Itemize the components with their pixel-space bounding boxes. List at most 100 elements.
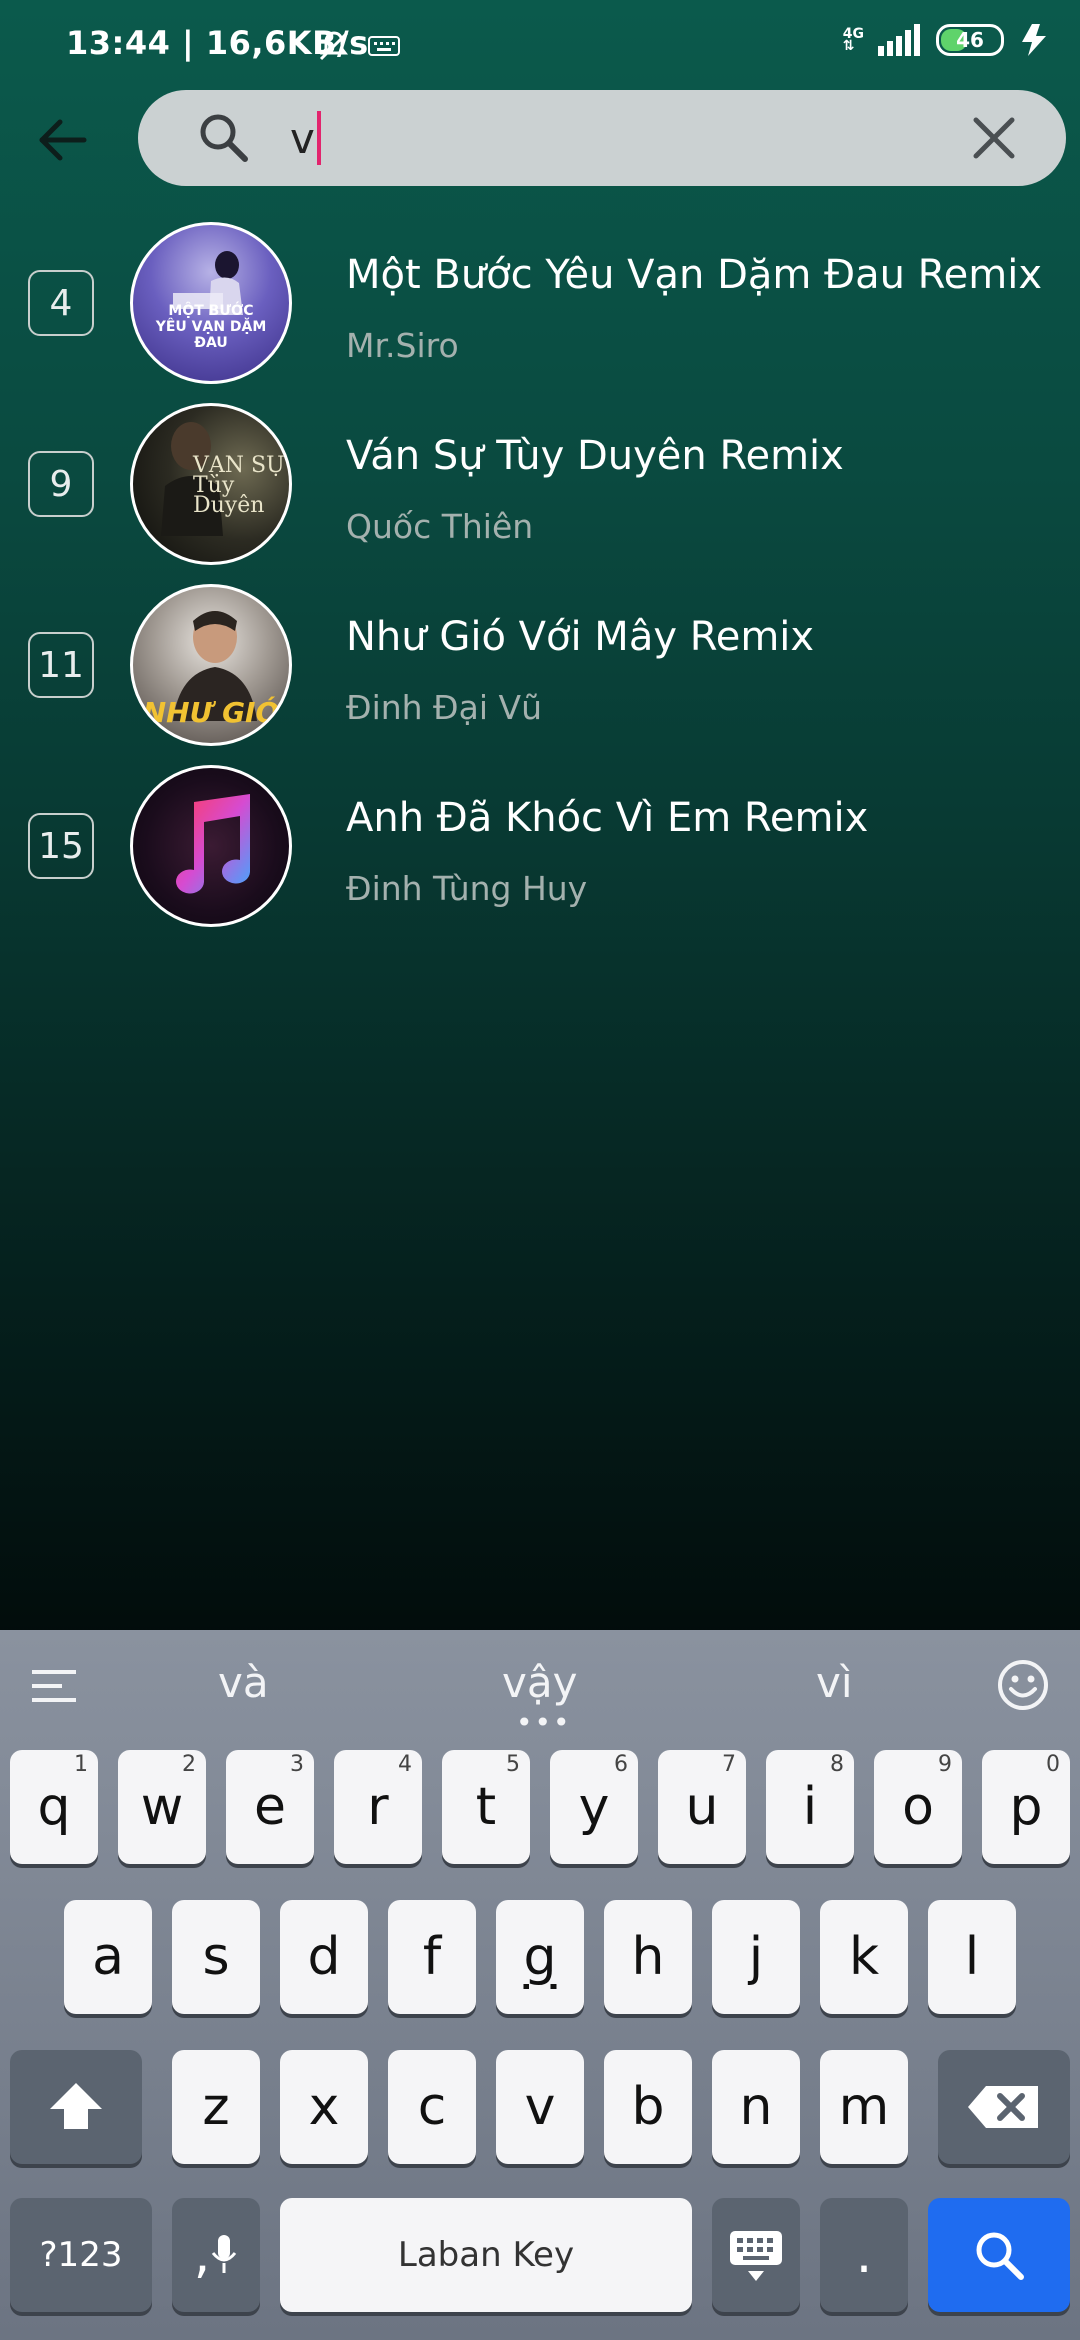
key-number-label: 8 (830, 1752, 844, 1777)
signal-icon (878, 24, 920, 56)
back-button[interactable] (30, 108, 94, 172)
result-item[interactable]: 4 MỘT BƯỚC YÊU VẠN DẶM ĐAU Một Bước Yêu … (0, 218, 1080, 388)
search-bar[interactable]: v (138, 90, 1066, 186)
key-c[interactable]: c (388, 2050, 476, 2164)
close-icon[interactable] (968, 112, 1020, 164)
key-number-label: 1 (74, 1752, 88, 1777)
search-enter-key[interactable] (928, 2198, 1070, 2312)
key-number-label: 5 (506, 1752, 520, 1777)
battery-indicator: 46 (936, 24, 1004, 56)
song-title: Một Bước Yêu Vạn Dặm Đau Remix (346, 252, 1043, 298)
key-s[interactable]: s (172, 1900, 260, 2014)
key-y[interactable]: y6 (550, 1750, 638, 1864)
network-indicator: 4G ⇅ (843, 27, 864, 53)
key-j[interactable]: j (712, 1900, 800, 2014)
key-f[interactable]: f (388, 1900, 476, 2014)
key-label: p (1009, 1777, 1043, 1837)
rank-badge: 4 (28, 270, 94, 336)
result-item[interactable]: 9 VẠN SỰ Tùy Duyên Ván Sự Tùy Duyên Remi… (0, 399, 1080, 569)
key-z[interactable]: z (172, 2050, 260, 2164)
mute-bell-icon (319, 31, 349, 61)
menu-icon[interactable] (32, 1666, 78, 1706)
key-w[interactable]: w2 (118, 1750, 206, 1864)
result-item[interactable]: 15 Anh Đã Khóc Vì Em Remix Đinh Tùng Huy (0, 761, 1080, 931)
more-suggestions-icon: ••• (516, 1706, 572, 1739)
suggestion-1[interactable]: và (218, 1658, 269, 1707)
back-arrow-icon (39, 119, 87, 161)
key-label: o (902, 1777, 934, 1837)
key-m[interactable]: m (820, 2050, 908, 2164)
microphone-icon (212, 2235, 237, 2273)
result-item[interactable]: 11 NHƯ GIÓ Như Gió Với Mây Remix Đinh Đạ… (0, 580, 1080, 750)
key-label: i (802, 1777, 818, 1837)
key-x[interactable]: x (280, 2050, 368, 2164)
key-label: e (254, 1777, 286, 1837)
key-label: q (37, 1777, 71, 1837)
rank-badge: 11 (28, 632, 94, 698)
key-d[interactable]: d (280, 1900, 368, 2014)
keyboard: và vậy ••• vì q1 w2 e3 r4 t5 y6 u7 i8 o9… (0, 1630, 1080, 2340)
song-cover (130, 765, 292, 927)
key-o[interactable]: o9 (874, 1750, 962, 1864)
cover-caption: VẠN SỰ Tùy Duyên (193, 453, 285, 518)
key-number-label: 3 (290, 1752, 304, 1777)
song-title: Ván Sự Tùy Duyên Remix (346, 433, 844, 479)
comma-voice-key[interactable]: , (172, 2198, 260, 2312)
key-label: u (685, 1777, 719, 1837)
key-q[interactable]: q1 (10, 1750, 98, 1864)
key-u[interactable]: u7 (658, 1750, 746, 1864)
key-p[interactable]: p0 (982, 1750, 1070, 1864)
key-n[interactable]: n (712, 2050, 800, 2164)
song-artist: Quốc Thiên (346, 507, 534, 546)
key-t[interactable]: t5 (442, 1750, 530, 1864)
key-label: y (578, 1777, 610, 1837)
key-h[interactable]: h (604, 1900, 692, 2014)
suggestion-bar: và vậy ••• vì (0, 1630, 1080, 1744)
rank-badge: 9 (28, 451, 94, 517)
period-key[interactable]: . (820, 2198, 908, 2312)
key-label: w (140, 1777, 184, 1837)
key-r[interactable]: r4 (334, 1750, 422, 1864)
cover-caption: NHƯ GIÓ (142, 696, 280, 729)
search-icon (200, 114, 248, 162)
key-v[interactable]: v (496, 2050, 584, 2164)
key-number-label: 7 (722, 1752, 736, 1777)
battery-level: 46 (956, 28, 984, 52)
key-a[interactable]: a (64, 1900, 152, 2014)
backspace-icon (968, 2086, 1038, 2128)
search-query-text: v (290, 113, 315, 163)
song-artist: Đinh Tùng Huy (346, 869, 588, 908)
keyboard-small-icon (368, 36, 400, 56)
key-k[interactable]: k (820, 1900, 908, 2014)
keyboard-switch-key[interactable] (712, 2198, 800, 2312)
song-cover: MỘT BƯỚC YÊU VẠN DẶM ĐAU (130, 222, 292, 384)
key-g[interactable]: g (496, 1900, 584, 2014)
key-label: t (475, 1777, 497, 1837)
song-title: Anh Đã Khóc Vì Em Remix (346, 795, 869, 841)
cover-caption: MỘT BƯỚC YÊU VẠN DẶM ĐAU (155, 303, 267, 351)
key-number-label: 2 (182, 1752, 196, 1777)
shift-icon (50, 2083, 102, 2129)
key-l[interactable]: l (928, 1900, 1016, 2014)
song-artist: Mr.Siro (346, 326, 459, 365)
status-bar: 13:44 | 16,6KB/s 4G ⇅ 46 (0, 0, 1080, 90)
comma-label: , (193, 2225, 211, 2285)
music-note-icon (176, 794, 250, 894)
space-key[interactable]: Laban Key (280, 2198, 692, 2312)
key-number-label: 0 (1046, 1752, 1060, 1777)
text-caret (316, 111, 321, 165)
rank-badge: 15 (28, 813, 94, 879)
suggestion-2[interactable]: vậy (502, 1658, 577, 1707)
suggestion-3[interactable]: vì (816, 1658, 853, 1707)
search-input[interactable]: v (290, 106, 321, 170)
numbers-key[interactable]: ?123 (10, 2198, 152, 2312)
key-number-label: 9 (938, 1752, 952, 1777)
song-cover: NHƯ GIÓ (130, 584, 292, 746)
key-i[interactable]: i8 (766, 1750, 854, 1864)
song-cover: VẠN SỰ Tùy Duyên (130, 403, 292, 565)
key-b[interactable]: b (604, 2050, 692, 2164)
backspace-key[interactable] (938, 2050, 1070, 2164)
key-e[interactable]: e3 (226, 1750, 314, 1864)
emoji-icon[interactable] (996, 1658, 1050, 1712)
shift-key[interactable] (10, 2050, 142, 2164)
